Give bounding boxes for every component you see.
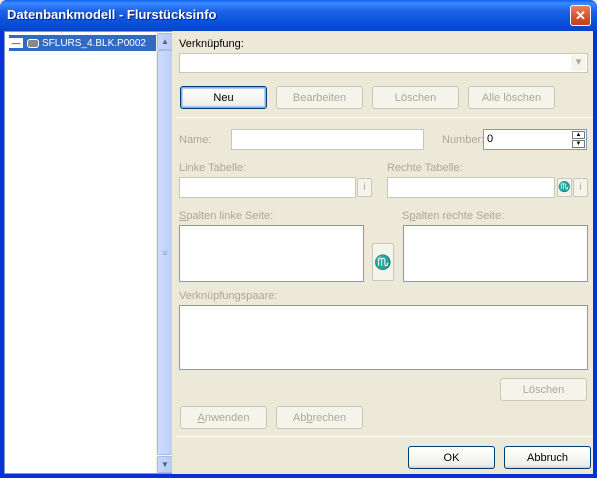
scroll-up-button[interactable]: ▲ bbox=[157, 33, 173, 50]
left-columns-label: Spalten linke Seite: bbox=[179, 210, 274, 222]
close-button[interactable]: ✕ bbox=[570, 5, 591, 26]
link-label: Verknüpfung: bbox=[179, 38, 244, 50]
separator bbox=[176, 117, 593, 118]
right-table-label: Rechte Tabelle: bbox=[387, 162, 463, 174]
pairs-list[interactable] bbox=[179, 305, 588, 370]
layer-icon bbox=[27, 38, 39, 48]
name-label: Name: bbox=[179, 134, 212, 146]
pairs-label: Verknüpfungspaare: bbox=[179, 290, 278, 302]
link-columns-icon: ♏ bbox=[374, 253, 392, 270]
left-columns-list[interactable] bbox=[179, 225, 364, 282]
tree-item[interactable]: — SFLURS_4.BLK.P0002 bbox=[9, 35, 156, 51]
dialog-client-area: — SFLURS_4.BLK.P0002 ▲ ≡ ▼ Verknüpfung: bbox=[4, 31, 593, 474]
chevron-down-icon: ▼ bbox=[161, 460, 169, 469]
dialog-window: Datenbankmodell - Flurstücksinfo ✕ — SFL… bbox=[0, 0, 597, 478]
delete-button[interactable]: Löschen bbox=[372, 86, 459, 109]
model-tree[interactable]: — SFLURS_4.BLK.P0002 ▲ ≡ ▼ bbox=[4, 31, 173, 474]
delete-all-button[interactable]: Alle löschen bbox=[468, 86, 555, 109]
number-label: Number: bbox=[442, 134, 485, 146]
abort-button[interactable]: Ab b rechen bbox=[276, 406, 363, 429]
left-table-label: Linke Tabelle: bbox=[179, 162, 247, 174]
right-columns-label: Spalten rechte Seite: bbox=[402, 210, 505, 222]
spin-down-icon[interactable]: ▼ bbox=[572, 140, 585, 148]
right-table-info-button[interactable]: i bbox=[573, 178, 588, 197]
apply-button[interactable]: Anwenden bbox=[180, 406, 267, 429]
name-field[interactable] bbox=[231, 129, 424, 150]
pairs-delete-button[interactable]: Löschen bbox=[500, 378, 587, 401]
info-icon: i bbox=[579, 182, 582, 193]
link-select[interactable]: ▾ bbox=[179, 53, 588, 73]
dropdown-icon[interactable]: ▾ bbox=[571, 55, 586, 71]
grip-icon: ≡ bbox=[162, 247, 168, 258]
tree-item-label: SFLURS_4.BLK.P0002 bbox=[42, 37, 146, 49]
info-icon: i bbox=[363, 182, 366, 193]
right-table-pick-button[interactable]: ♏ bbox=[557, 178, 572, 197]
number-stepper[interactable]: 0 ▲ ▼ bbox=[483, 129, 587, 150]
left-table-info-button[interactable]: i bbox=[357, 178, 372, 197]
new-button[interactable]: Neu bbox=[180, 86, 267, 109]
link-columns-button[interactable]: ♏ bbox=[372, 243, 394, 281]
window-title: Datenbankmodell - Flurstücksinfo bbox=[7, 7, 217, 22]
chevron-up-icon: ▲ bbox=[161, 37, 169, 46]
spin-up-icon[interactable]: ▲ bbox=[572, 131, 585, 139]
collapse-icon[interactable]: — bbox=[9, 38, 23, 48]
cancel-button[interactable]: Abbruch bbox=[504, 446, 591, 469]
footer-separator bbox=[176, 436, 593, 437]
close-icon: ✕ bbox=[575, 8, 586, 23]
left-table-field[interactable] bbox=[179, 177, 356, 198]
title-bar[interactable]: Datenbankmodell - Flurstücksinfo ✕ bbox=[0, 0, 597, 31]
splitter[interactable] bbox=[172, 31, 176, 474]
ok-button[interactable]: OK bbox=[408, 446, 495, 469]
edit-button[interactable]: Bearbeiten bbox=[276, 86, 363, 109]
scroll-down-button[interactable]: ▼ bbox=[157, 456, 173, 473]
scroll-thumb[interactable]: ≡ bbox=[157, 50, 173, 455]
right-columns-list[interactable] bbox=[403, 225, 588, 282]
tree-scrollbar[interactable]: ▲ ≡ ▼ bbox=[156, 32, 173, 473]
right-table-field[interactable] bbox=[387, 177, 555, 198]
number-value: 0 bbox=[487, 133, 494, 145]
table-pick-icon: ♏ bbox=[558, 182, 571, 193]
